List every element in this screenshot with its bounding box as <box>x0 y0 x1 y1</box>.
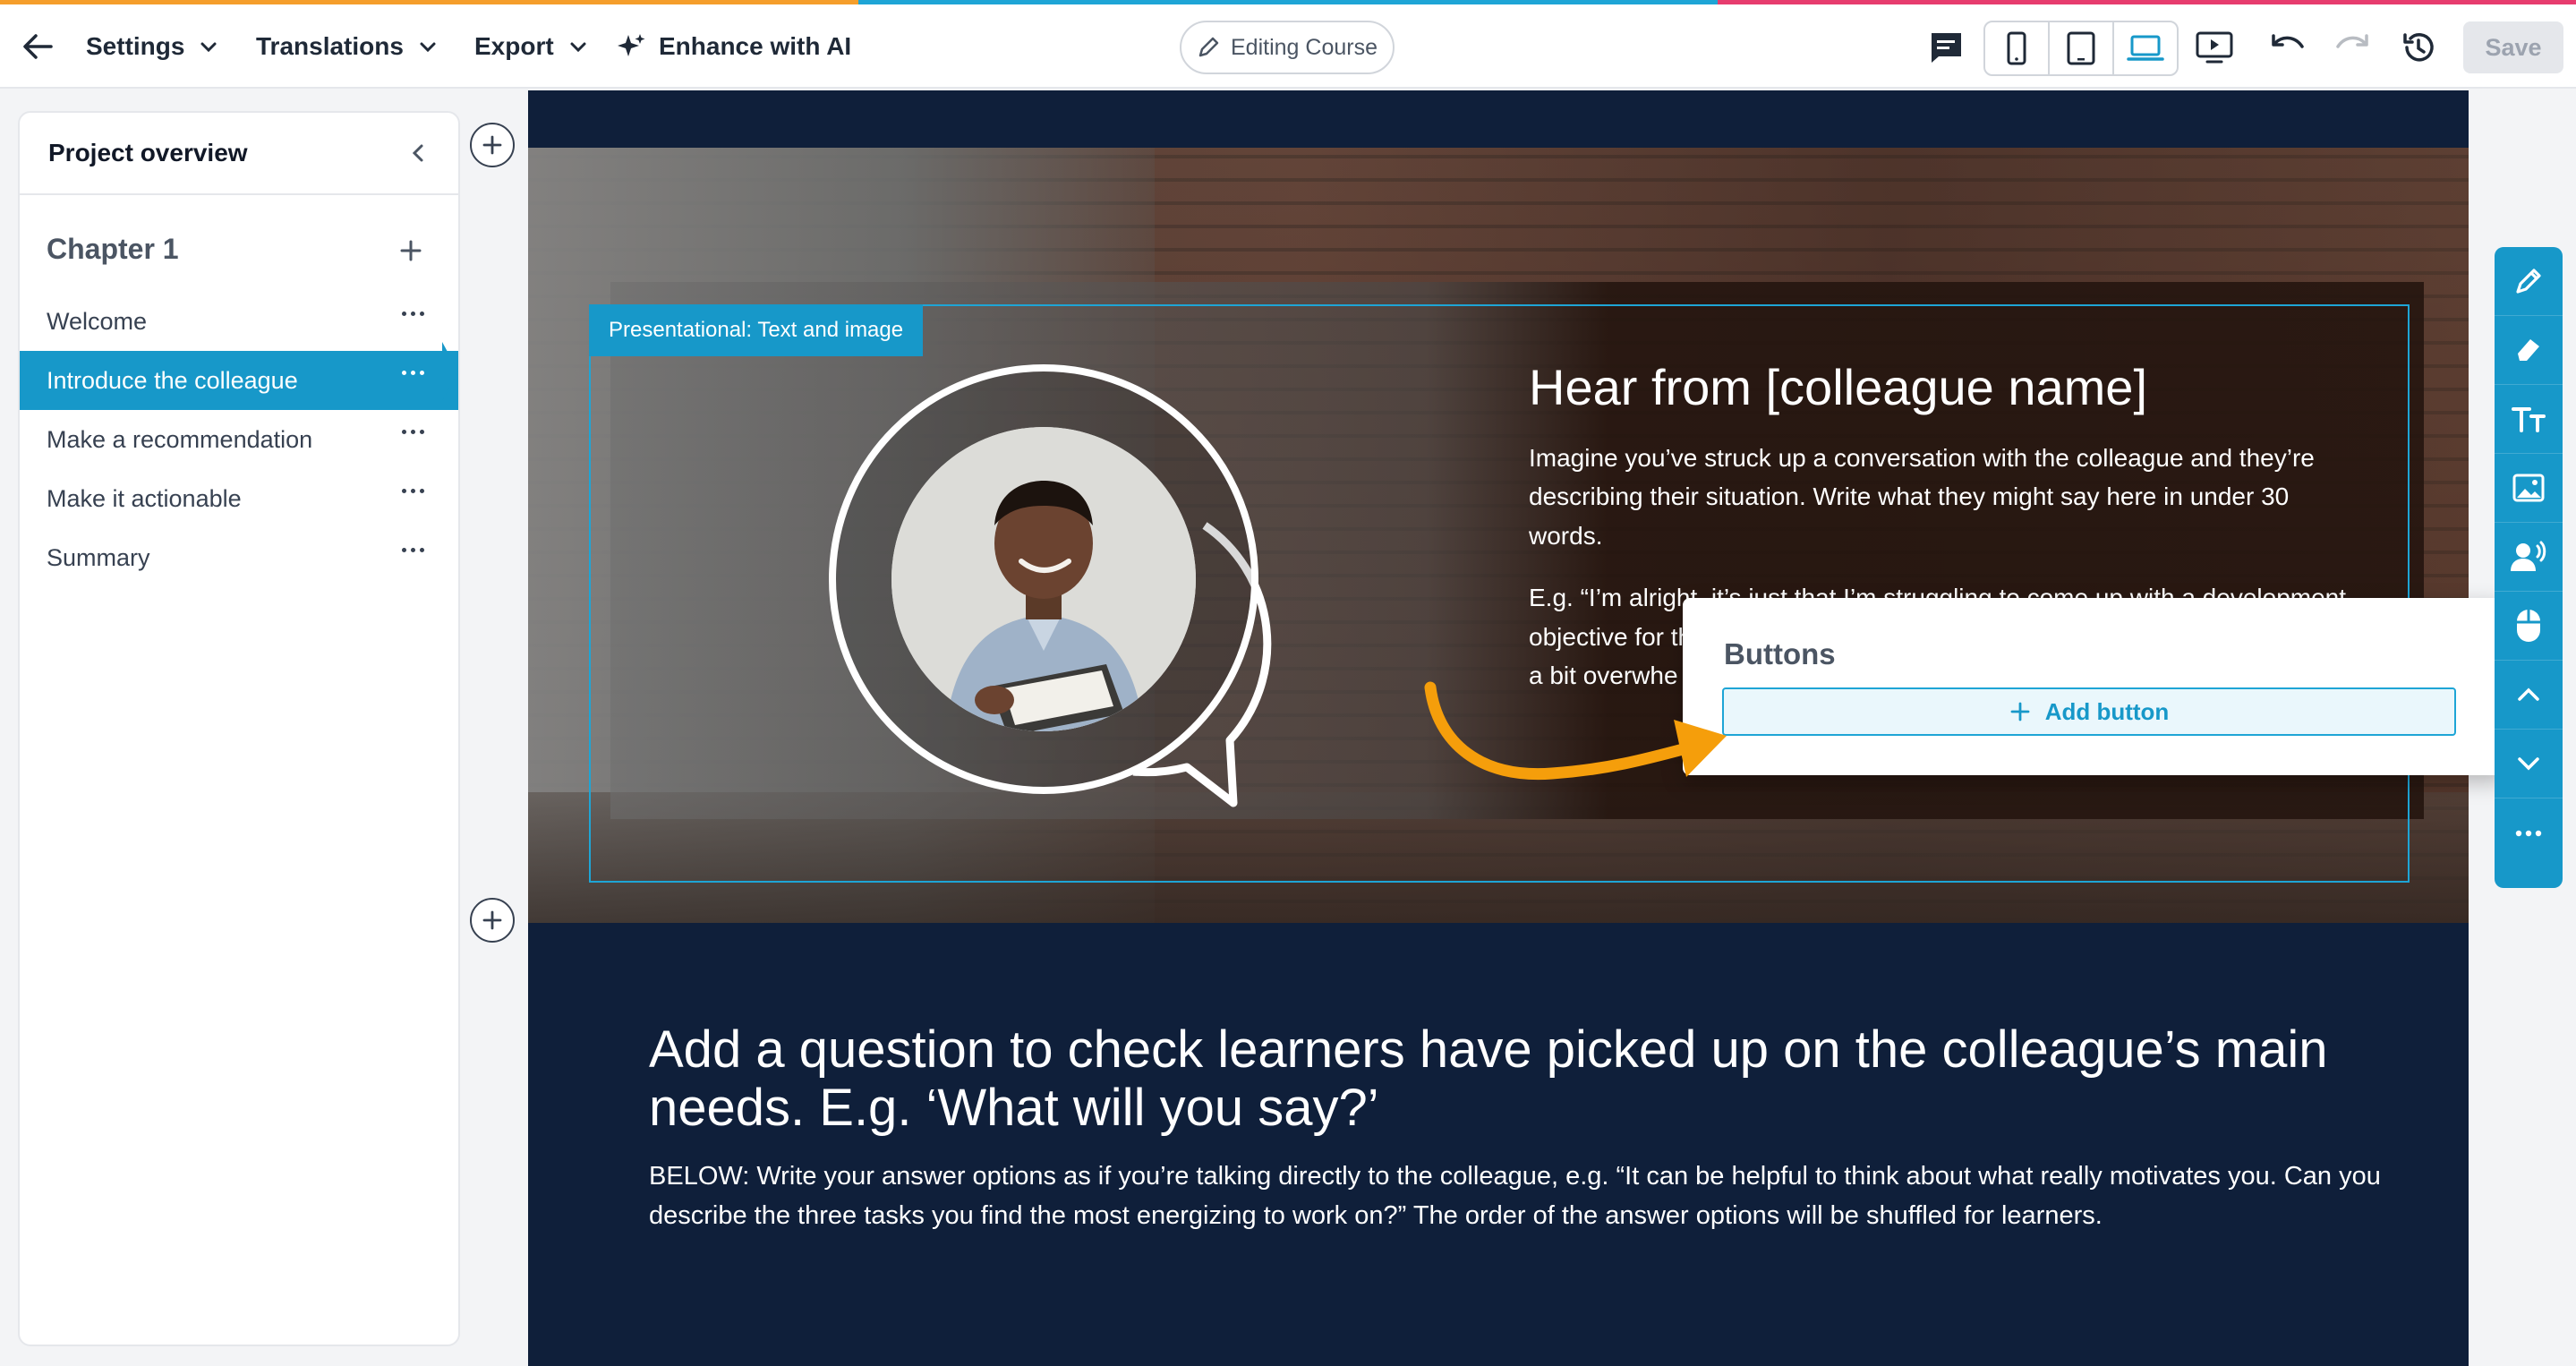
chapter-title: Chapter 1 <box>47 232 179 265</box>
question-title[interactable]: Add a question to check learners have pi… <box>649 1020 2403 1138</box>
undo-icon <box>2272 34 2304 48</box>
top-toolbar: Settings Translations Export Enhance wit… <box>0 4 2576 89</box>
more-icon[interactable] <box>402 312 424 316</box>
block-type-tag[interactable]: Presentational: Text and image <box>589 304 924 356</box>
move-up-button[interactable] <box>2495 661 2563 730</box>
collapse-sidebar-button[interactable] <box>410 141 426 170</box>
history-button[interactable] <box>2393 22 2444 73</box>
block-tool-rail <box>2495 247 2563 888</box>
annotation-arrow-icon <box>1424 681 1727 781</box>
chevron-down-icon <box>2518 757 2539 771</box>
mobile-view-button[interactable] <box>1985 22 2050 74</box>
add-page-button[interactable] <box>399 236 422 269</box>
tablet-view-button[interactable] <box>2050 22 2114 74</box>
block-selection-frame <box>589 304 2410 883</box>
redo-icon <box>2336 34 2368 48</box>
enhance-ai-button[interactable]: Enhance with AI <box>616 4 851 89</box>
pencil-icon <box>1198 37 1219 57</box>
project-sidebar: Project overview Chapter 1 Welcome Intro… <box>18 111 460 1346</box>
sidebar-title: Project overview <box>48 139 248 166</box>
plus-icon <box>400 240 422 261</box>
preview-button[interactable] <box>2189 22 2239 73</box>
comment-icon <box>1931 33 1961 63</box>
text-size-icon <box>2512 407 2546 432</box>
editing-mode-pill[interactable]: Editing Course <box>1180 21 1395 74</box>
add-section-above-button[interactable] <box>470 123 515 167</box>
more-icon[interactable] <box>402 489 424 493</box>
export-menu[interactable]: Export <box>474 4 588 89</box>
plus-icon <box>2010 702 2030 721</box>
sidebar-item-label: Introduce the colleague <box>47 366 298 394</box>
more-icon[interactable] <box>402 430 424 434</box>
settings-menu[interactable]: Settings <box>86 4 218 89</box>
sidebar-item-make-a-recommendation[interactable]: Make a recommendation <box>20 410 458 469</box>
image-tool-button[interactable] <box>2495 454 2563 523</box>
preview-icon <box>2196 31 2233 64</box>
chevron-down-icon <box>570 42 586 53</box>
add-button-label: Add button <box>2044 697 2170 725</box>
mouse-icon <box>2517 610 2540 642</box>
audio-tool-button[interactable] <box>2495 523 2563 592</box>
text-tool-button[interactable] <box>2495 385 2563 454</box>
comments-button[interactable] <box>1921 22 1971 73</box>
plus-icon <box>482 910 502 930</box>
active-item-notch <box>442 342 458 401</box>
sidebar-item-label: Welcome <box>47 307 148 335</box>
eraser-icon <box>2518 339 2539 361</box>
export-menu-label: Export <box>474 32 554 60</box>
sidebar-item-summary[interactable]: Summary <box>20 528 458 587</box>
sidebar-item-label: Summary <box>47 543 150 571</box>
move-down-button[interactable] <box>2495 730 2563 798</box>
device-preview-group <box>1983 21 2179 76</box>
sparkles-icon <box>618 34 645 56</box>
undo-button[interactable] <box>2263 22 2313 73</box>
translations-menu-label: Translations <box>256 32 404 60</box>
more-options-button[interactable] <box>2495 798 2563 867</box>
interaction-tool-button[interactable] <box>2495 592 2563 661</box>
question-body[interactable]: BELOW: Write your answer options as if y… <box>649 1157 2394 1235</box>
editing-mode-label: Editing Course <box>1231 34 1378 60</box>
voice-icon <box>2511 541 2546 571</box>
chevron-left-icon <box>412 144 423 162</box>
translations-menu[interactable]: Translations <box>256 4 438 89</box>
sidebar-item-label: Make it actionable <box>47 484 242 512</box>
image-icon <box>2512 474 2545 502</box>
laptop-icon <box>2127 35 2164 61</box>
more-icon[interactable] <box>402 371 424 375</box>
plus-icon <box>482 135 502 155</box>
edit-tool-button[interactable] <box>2495 247 2563 316</box>
more-icon <box>2515 830 2542 836</box>
pencil-icon <box>2516 269 2541 294</box>
sidebar-item-welcome[interactable]: Welcome <box>20 292 458 351</box>
more-icon[interactable] <box>402 548 424 552</box>
buttons-panel-title: Buttons <box>1724 637 1836 670</box>
chevron-down-icon <box>420 42 436 53</box>
save-button[interactable]: Save <box>2463 21 2563 73</box>
chevron-up-icon <box>2518 687 2539 701</box>
settings-menu-label: Settings <box>86 32 185 60</box>
style-tool-button[interactable] <box>2495 316 2563 385</box>
sidebar-item-introduce-the-colleague[interactable]: Introduce the colleague <box>20 351 458 410</box>
sidebar-item-make-it-actionable[interactable]: Make it actionable <box>20 469 458 528</box>
add-button[interactable]: Add button <box>1722 687 2456 736</box>
enhance-ai-label: Enhance with AI <box>659 32 852 60</box>
chevron-down-icon <box>200 42 217 53</box>
redo-button[interactable] <box>2327 22 2377 73</box>
back-button[interactable] <box>18 4 57 89</box>
add-section-below-button[interactable] <box>470 898 515 943</box>
sidebar-header: Project overview <box>20 113 458 195</box>
history-icon <box>2403 33 2434 62</box>
sidebar-item-label: Make a recommendation <box>47 425 313 453</box>
mobile-icon <box>2007 31 2026 65</box>
buttons-panel: Buttons Add button <box>1683 598 2504 775</box>
tablet-icon <box>2067 31 2095 65</box>
laptop-view-button[interactable] <box>2114 22 2177 74</box>
arrow-left-icon <box>23 34 53 59</box>
chapter-heading[interactable]: Chapter 1 <box>20 206 458 292</box>
hero-section[interactable]: Hear from [colleague name] Imagine you’v… <box>528 148 2469 923</box>
